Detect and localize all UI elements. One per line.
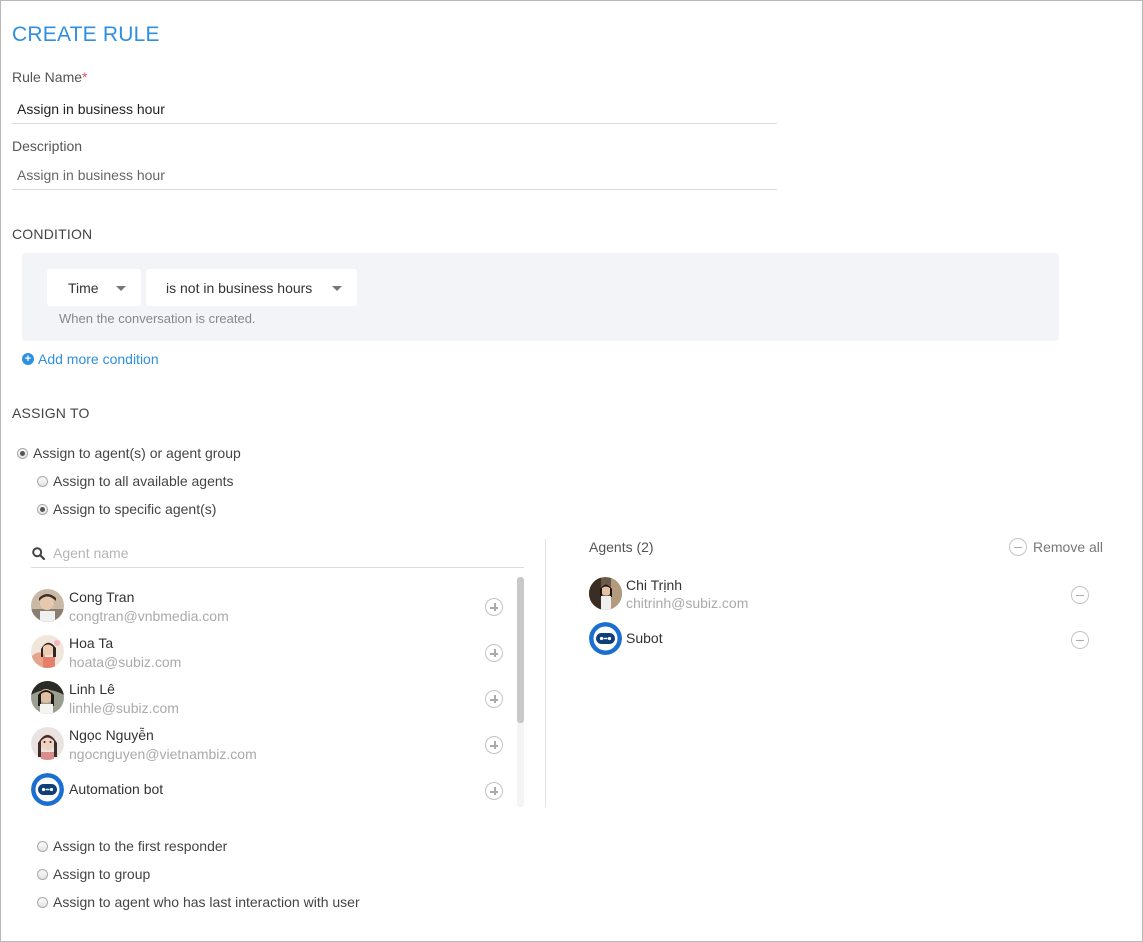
- description-label: Description: [12, 138, 83, 154]
- agent-name: Cong Tran: [69, 589, 135, 605]
- remove-agent-icon[interactable]: [1071, 631, 1089, 649]
- page-title: CREATE RULE: [12, 23, 160, 46]
- bot-avatar: [589, 622, 622, 655]
- agent-name: Hoa Ta: [69, 635, 114, 651]
- radio-label: Assign to agent who has last interaction…: [53, 894, 360, 910]
- radio-assign-agents[interactable]: Assign to agent(s) or agent group: [17, 445, 241, 461]
- bot-avatar: [31, 773, 64, 806]
- agent-search: [31, 539, 524, 568]
- radio-label: Assign to group: [53, 866, 151, 882]
- list-item: Linh Lê linhle@subiz.com: [31, 681, 511, 727]
- radio-button[interactable]: [17, 447, 28, 459]
- remove-all-button[interactable]: Remove all: [1009, 538, 1103, 556]
- radio-button[interactable]: [37, 475, 48, 487]
- description-input[interactable]: [12, 160, 777, 190]
- assign-to-section-title: ASSIGN TO: [12, 405, 90, 421]
- plus-circle-icon: +: [22, 353, 34, 365]
- selected-agent-item: Chi Trịnh chitrinh@subiz.com: [589, 577, 1099, 617]
- rule-name-input[interactable]: [12, 94, 777, 124]
- agent-name: Subot: [626, 630, 663, 646]
- radio-assign-all-available[interactable]: Assign to all available agents: [37, 473, 234, 489]
- list-item: Cong Tran congtran@vnbmedia.com: [31, 589, 511, 635]
- remove-agent-icon[interactable]: [1071, 586, 1089, 604]
- rule-name-label: Rule Name*: [12, 69, 88, 85]
- panel-divider: [545, 539, 546, 807]
- agent-search-input[interactable]: [53, 545, 493, 561]
- condition-operator-dropdown[interactable]: is not in business hours: [146, 269, 357, 306]
- add-agent-icon[interactable]: [485, 690, 503, 708]
- condition-field-dropdown[interactable]: Time: [47, 269, 141, 306]
- agent-list-scrollbar[interactable]: [517, 577, 524, 807]
- radio-assign-group[interactable]: Assign to group: [37, 866, 150, 882]
- agent-email: congtran@vnbmedia.com: [69, 608, 229, 624]
- scrollbar-thumb[interactable]: [517, 577, 524, 723]
- radio-label: Assign to specific agent(s): [53, 501, 217, 517]
- list-item: Hoa Ta hoata@subiz.com: [31, 635, 511, 681]
- radio-button[interactable]: [37, 503, 48, 515]
- add-agent-icon[interactable]: [485, 644, 503, 662]
- radio-label: Assign to all available agents: [53, 473, 234, 489]
- avatar: [589, 577, 622, 610]
- add-agent-icon[interactable]: [485, 736, 503, 754]
- agent-name: Ngọc Nguyễn: [69, 727, 154, 743]
- radio-label: Assign to agent(s) or agent group: [33, 445, 241, 461]
- avatar: [31, 681, 64, 714]
- chevron-down-icon: [332, 286, 342, 291]
- add-condition-label: Add more condition: [38, 351, 159, 367]
- avatar: [31, 727, 64, 760]
- radio-assign-first-responder[interactable]: Assign to the first responder: [37, 838, 227, 854]
- agent-email: hoata@subiz.com: [69, 654, 182, 670]
- radio-button[interactable]: [37, 868, 48, 880]
- search-icon: [32, 546, 45, 560]
- condition-operator-value: is not in business hours: [166, 279, 313, 296]
- agent-name: Linh Lê: [69, 681, 115, 697]
- condition-field-value: Time: [68, 279, 99, 296]
- avatar: [31, 635, 64, 668]
- remove-all-label: Remove all: [1033, 539, 1104, 555]
- create-rule-page: CREATE RULE Rule Name* Description CONDI…: [0, 0, 1143, 942]
- agent-name: Automation bot: [69, 781, 164, 797]
- agent-email: chitrinh@subiz.com: [626, 595, 749, 611]
- condition-section-title: CONDITION: [12, 226, 93, 242]
- agent-email: linhle@subiz.com: [69, 700, 179, 716]
- agent-email: ngocnguyen@vietnambiz.com: [69, 746, 257, 762]
- radio-assign-specific[interactable]: Assign to specific agent(s): [37, 501, 216, 517]
- avatar: [31, 589, 64, 622]
- radio-button[interactable]: [37, 840, 48, 852]
- add-condition-link[interactable]: + Add more condition: [22, 351, 159, 367]
- add-agent-icon[interactable]: [485, 598, 503, 616]
- selected-agents-title: Agents (2): [589, 539, 654, 555]
- selected-agent-item: Subot: [589, 622, 1099, 662]
- minus-circle-icon: [1009, 538, 1027, 556]
- list-item: Ngọc Nguyễn ngocnguyen@vietnambiz.com: [31, 727, 511, 773]
- condition-box: Time is not in business hours When the c…: [22, 253, 1059, 341]
- radio-assign-last-interaction[interactable]: Assign to agent who has last interaction…: [37, 894, 360, 910]
- condition-hint: When the conversation is created.: [59, 311, 256, 326]
- radio-button[interactable]: [37, 896, 48, 908]
- chevron-down-icon: [116, 286, 126, 291]
- available-agent-list: Cong Tran congtran@vnbmedia.com Hoa Ta h…: [31, 577, 525, 807]
- add-agent-icon[interactable]: [485, 782, 503, 800]
- agent-name: Chi Trịnh: [626, 577, 683, 593]
- required-mark: *: [82, 69, 88, 85]
- radio-label: Assign to the first responder: [53, 838, 228, 854]
- list-item: Automation bot: [31, 773, 511, 807]
